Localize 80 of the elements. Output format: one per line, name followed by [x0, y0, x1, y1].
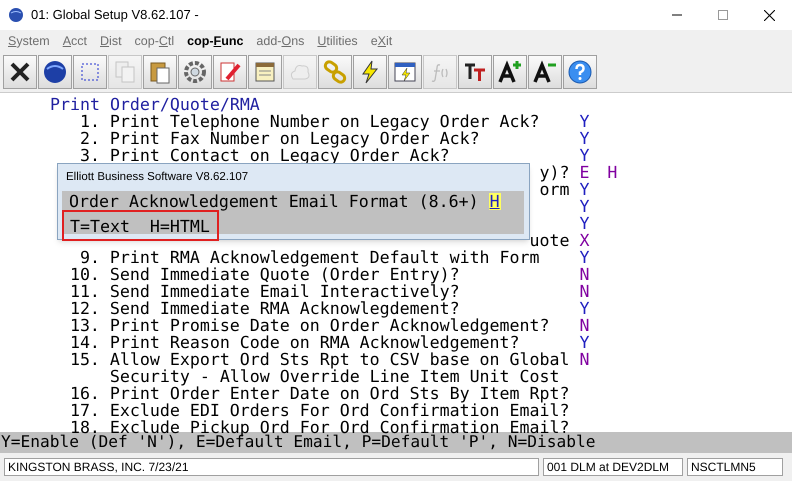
- item-number: 13.: [68, 317, 100, 334]
- item-number: 15.: [68, 351, 100, 368]
- setting-label: Allow Export Ord Sts Rpt to CSV base on Global Security - Allow Override Line Item Unit Cost: [110, 351, 570, 385]
- status-panel: 001 DLM at DEV2DLM: [543, 458, 683, 476]
- setting-label: Exclude EDI Orders For Ord Confirmation Email?: [110, 402, 570, 419]
- setting-label: Send Immediate RMA Acknowlegdement?: [110, 300, 460, 317]
- setting-label: Print RMA Acknowledgement Default with Form: [110, 249, 540, 266]
- status-panel: KINGSTON BRASS, INC. 7/23/21: [4, 458, 539, 476]
- maximize-icon[interactable]: [718, 10, 728, 20]
- toolbar-button[interactable]: [493, 55, 527, 89]
- setting-label: Send Immediate Quote (Order Entry)?: [110, 266, 460, 283]
- setting-value[interactable]: E: [579, 164, 590, 181]
- setting-label: uote: [530, 232, 570, 249]
- setting-value[interactable]: N: [579, 266, 590, 283]
- setting-label: Send Immediate Email Interactively?: [110, 283, 460, 300]
- toolbar-button[interactable]: [143, 55, 177, 89]
- setting-value[interactable]: Y: [579, 334, 590, 351]
- menu-item[interactable]: cop-Ctl: [134, 32, 174, 50]
- menu-item[interactable]: add-Ons: [256, 32, 304, 50]
- toolbar-button[interactable]: [458, 55, 492, 89]
- setting-value[interactable]: Y: [579, 198, 590, 215]
- item-number: 1.: [78, 113, 100, 130]
- setting-label: Print Reason Code on RMA Acknowledgement?: [110, 334, 520, 351]
- menu-item[interactable]: System: [8, 32, 50, 50]
- setting-value[interactable]: Y: [579, 181, 590, 198]
- setting-value[interactable]: N: [579, 351, 590, 368]
- prompt-label: Order Acknowledgement Email Format (8.6+): [69, 193, 479, 210]
- menu-item[interactable]: Utilities: [317, 32, 358, 50]
- setting-label: Print Fax Number on Legacy Order Ack?: [110, 130, 480, 147]
- menu-item[interactable]: cop-Func: [187, 32, 244, 50]
- window-title: 01: Global Setup V8.62.107 -: [31, 6, 199, 24]
- option-hint: T=Text H=HTML: [62, 210, 219, 241]
- setting-label: Print Order Enter Date on Ord Sts By Item Rpt?: [110, 385, 570, 402]
- setting-label: Print Contact on Legacy Order Ack?: [110, 147, 450, 164]
- item-number: 12.: [68, 300, 100, 317]
- setting-value[interactable]: Y: [579, 249, 590, 266]
- dialog-title: Elliott Business Software V8.62.107: [66, 170, 248, 184]
- toolbar-button[interactable]: [38, 55, 72, 89]
- item-number: 11.: [68, 283, 100, 300]
- toolbar-button[interactable]: [248, 55, 282, 89]
- globe-icon: [8, 7, 24, 23]
- setting-value[interactable]: X: [579, 232, 590, 249]
- item-number: 2.: [78, 130, 100, 147]
- toolbar-button[interactable]: [353, 55, 387, 89]
- item-number: 10.: [68, 266, 100, 283]
- setting-value[interactable]: Y: [579, 147, 590, 164]
- setting-label: orm: [539, 181, 570, 198]
- menu-item[interactable]: Dist: [100, 32, 122, 50]
- font-decrease-icon: [532, 59, 558, 85]
- setting-label: y)?: [539, 164, 570, 181]
- item-number: 14.: [68, 334, 100, 351]
- setting-label: Print Promise Date on Order Acknowledgement?: [110, 317, 550, 334]
- menu-item[interactable]: Acct: [62, 32, 88, 50]
- setting-value[interactable]: Y: [579, 113, 590, 130]
- font-increase-icon: [497, 59, 523, 85]
- toolbar-button[interactable]: [3, 55, 37, 89]
- input-field[interactable]: H: [488, 193, 501, 210]
- setting-value[interactable]: N: [579, 317, 590, 334]
- setting-value[interactable]: N: [579, 283, 590, 300]
- setting-value[interactable]: H: [607, 164, 618, 181]
- setting-value[interactable]: Y: [579, 300, 590, 317]
- setting-value[interactable]: Y: [579, 215, 590, 232]
- toolbar-button[interactable]: [563, 55, 597, 89]
- item-number: 9.: [78, 249, 100, 266]
- menu-item[interactable]: eXit: [370, 32, 392, 50]
- section-heading: Print Order/Quote/RMA: [50, 96, 260, 113]
- item-number: 17.: [68, 402, 100, 419]
- toolbar-button[interactable]: [528, 55, 562, 89]
- setting-label: Print Telephone Number on Legacy Order Ack?: [110, 113, 540, 130]
- setting-value[interactable]: Y: [579, 130, 590, 147]
- chain-link-icon: [322, 59, 348, 85]
- gear-icon: [182, 59, 208, 85]
- help-icon: [567, 59, 593, 85]
- close-icon[interactable]: [764, 10, 775, 20]
- toolbar-button[interactable]: [388, 55, 422, 89]
- item-number: 3.: [78, 147, 100, 164]
- toolbar-button[interactable]: [73, 55, 107, 89]
- status-panel: NSCTLMN5: [687, 458, 783, 476]
- globe-icon: [42, 59, 68, 85]
- item-number: 16.: [68, 385, 100, 402]
